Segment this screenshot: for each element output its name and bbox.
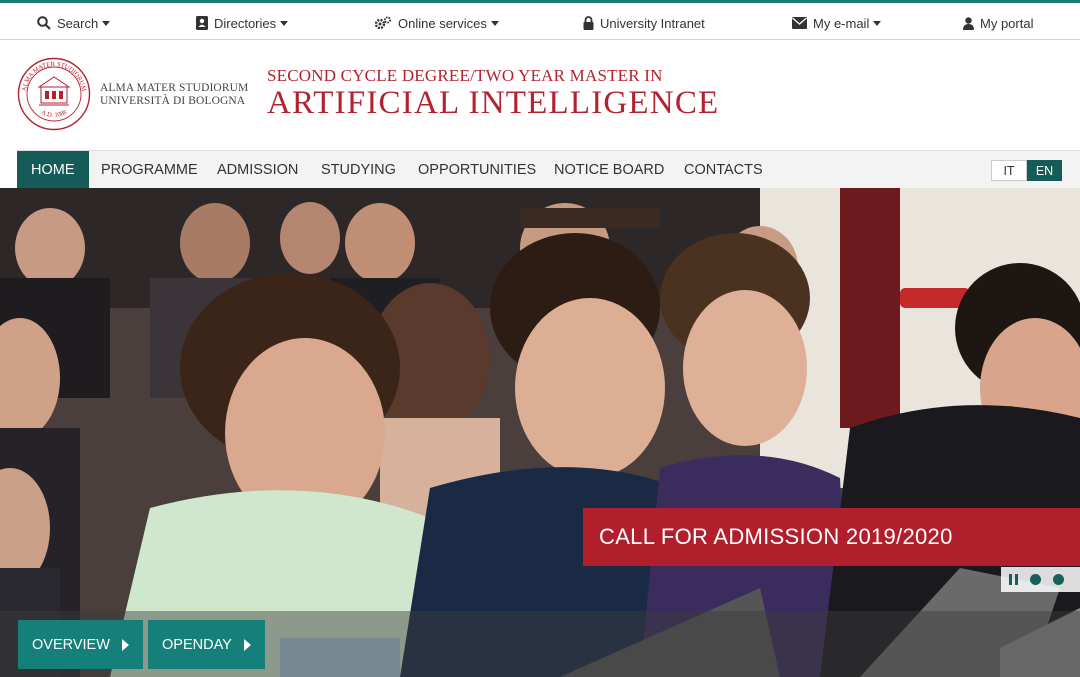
utility-bar: Search Directories Online services Unive…	[0, 0, 1080, 40]
overview-button-label: OVERVIEW	[32, 636, 110, 653]
language-en-button[interactable]: EN	[1027, 160, 1062, 181]
slider-controls	[1001, 567, 1080, 592]
university-name-line1: ALMA MATER STUDIORUM	[100, 82, 249, 94]
openday-button[interactable]: OPENDAY	[148, 620, 265, 669]
university-intranet-link[interactable]: University Intranet	[583, 12, 705, 34]
nav-item-programme[interactable]: PROGRAMME	[101, 151, 198, 188]
chevron-right-icon	[243, 638, 251, 651]
students-classroom-photo	[0, 188, 1080, 677]
my-portal-label: My portal	[980, 15, 1034, 31]
my-portal-link[interactable]: My portal	[963, 12, 1033, 34]
programme-title[interactable]: ARTIFICIAL INTELLIGENCE	[267, 85, 719, 122]
openday-button-label: OPENDAY	[162, 636, 232, 653]
caret-down-icon	[102, 20, 111, 26]
gears-icon	[374, 16, 391, 30]
nav-item-opportunities[interactable]: OPPORTUNITIES	[418, 151, 536, 188]
pause-icon[interactable]	[1009, 574, 1018, 585]
seal-text-bottom: A.D. 1088	[40, 109, 68, 119]
university-seal-logo[interactable]: ALMA MATER STUDIORUM A.D. 1088	[17, 57, 91, 131]
chevron-right-icon	[121, 638, 129, 651]
slide-dot-2[interactable]	[1053, 574, 1064, 585]
my-email-menu-label: My e-mail	[813, 15, 870, 31]
lock-icon	[583, 16, 594, 30]
my-email-menu[interactable]: My e-mail	[792, 12, 882, 34]
site-header: ALMA MATER STUDIORUM A.D. 1088 ALMA MATE…	[0, 40, 1080, 150]
slide-dot-1[interactable]	[1030, 574, 1041, 585]
search-menu[interactable]: Search	[37, 12, 111, 34]
caret-down-icon	[873, 20, 882, 26]
language-it-button[interactable]: IT	[991, 160, 1027, 181]
address-book-icon	[196, 16, 208, 30]
programme-subtitle: SECOND CYCLE DEGREE/TWO YEAR MASTER IN	[267, 66, 663, 85]
nav-item-studying[interactable]: STUDYING	[321, 151, 396, 188]
online-services-menu-label: Online services	[398, 15, 487, 31]
envelope-icon	[792, 17, 807, 29]
online-services-menu[interactable]: Online services	[374, 12, 499, 34]
user-icon	[963, 16, 974, 30]
nav-item-contacts[interactable]: CONTACTS	[684, 151, 763, 188]
directories-menu-label: Directories	[214, 15, 277, 31]
university-name[interactable]: ALMA MATER STUDIORUM UNIVERSITÀ DI BOLOG…	[100, 82, 248, 108]
search-icon	[37, 16, 51, 30]
nav-item-notice-board[interactable]: NOTICE BOARD	[554, 151, 664, 188]
admission-call-banner[interactable]: CALL FOR ADMISSION 2019/2020	[583, 508, 1080, 566]
caret-down-icon	[490, 20, 499, 26]
caret-down-icon	[280, 20, 289, 26]
hero-slider: CALL FOR ADMISSION 2019/2020 OVERVIEW OP…	[0, 188, 1080, 677]
university-intranet-label: University Intranet	[600, 15, 705, 31]
main-navigation: HOME PROGRAMME ADMISSION STUDYING OPPORT…	[17, 150, 1080, 188]
search-menu-label: Search	[57, 15, 99, 31]
svg-text:A.D. 1088: A.D. 1088	[40, 109, 68, 119]
nav-item-admission[interactable]: ADMISSION	[217, 151, 298, 188]
university-name-line2: UNIVERSITÀ DI BOLOGNA	[100, 95, 246, 107]
overview-button[interactable]: OVERVIEW	[18, 620, 143, 669]
nav-item-home[interactable]: HOME	[17, 151, 89, 188]
directories-menu[interactable]: Directories	[195, 12, 289, 34]
